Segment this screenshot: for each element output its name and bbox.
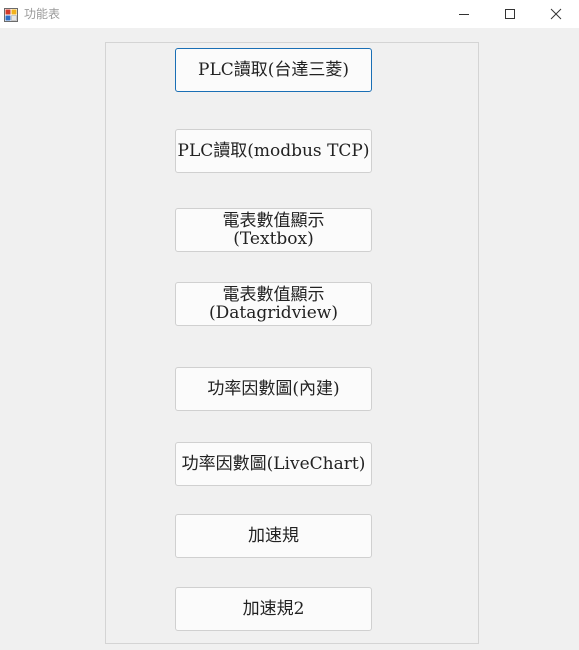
button-label: 加速規 — [248, 526, 299, 546]
accelerometer-2-button[interactable]: 加速規2 — [175, 587, 372, 631]
meter-display-datagridview-button[interactable]: 電表數值顯示 (Datagridview) — [175, 282, 372, 326]
meter-display-textbox-button[interactable]: 電表數值顯示 (Textbox) — [175, 208, 372, 252]
window-title: 功能表 — [24, 7, 61, 21]
minimize-button[interactable] — [441, 0, 487, 28]
accelerometer-button[interactable]: 加速規 — [175, 514, 372, 558]
minimize-icon — [458, 8, 470, 20]
power-factor-chart-builtin-button[interactable]: 功率因數圖(內建) — [175, 367, 372, 411]
button-label: 功率因數圖(LiveChart) — [181, 454, 366, 474]
close-icon — [550, 8, 562, 20]
maximize-icon — [504, 8, 516, 20]
button-label-line2: (Datagridview) — [209, 303, 338, 323]
maximize-button[interactable] — [487, 0, 533, 28]
button-label: 功率因數圖(內建) — [207, 379, 340, 399]
button-label: PLC讀取(modbus TCP) — [177, 141, 370, 161]
button-label: 加速規2 — [242, 599, 305, 619]
plc-read-delta-mitsubishi-button[interactable]: PLC讀取(台達三菱) — [175, 48, 372, 92]
button-label-line2: (Textbox) — [233, 229, 314, 249]
app-form-icon[interactable] — [4, 7, 18, 22]
main-window: 功能表 PLC讀取(台達三菱) PLC讀取(modbus TCP) 電表數值顯示… — [0, 0, 579, 650]
button-label-line1: 電表數值顯示 — [222, 285, 325, 305]
title-bar[interactable]: 功能表 — [0, 0, 579, 28]
power-factor-chart-livechart-button[interactable]: 功率因數圖(LiveChart) — [175, 442, 372, 486]
plc-read-modbus-tcp-button[interactable]: PLC讀取(modbus TCP) — [175, 129, 372, 173]
button-label: PLC讀取(台達三菱) — [198, 60, 349, 80]
button-label-line1: 電表數值顯示 — [222, 211, 325, 231]
close-button[interactable] — [533, 0, 579, 28]
